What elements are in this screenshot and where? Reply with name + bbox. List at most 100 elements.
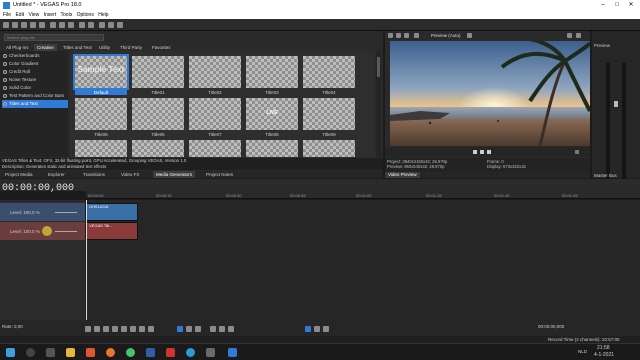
- timeline-ruler[interactable]: 00:00:00 00:00:15 00:00:30 00:00:45 00:0…: [86, 189, 640, 199]
- preset-thumbnail[interactable]: [189, 140, 241, 157]
- envelope-tool-icon[interactable]: [108, 22, 114, 28]
- app-icon[interactable]: [146, 348, 155, 357]
- tab-utility[interactable]: Utility: [96, 44, 113, 51]
- preset-thumbnail[interactable]: Sample Text: [73, 54, 129, 90]
- snap-icon[interactable]: [177, 326, 183, 332]
- overlays-icon[interactable]: [467, 33, 472, 38]
- properties-icon[interactable]: [39, 22, 45, 28]
- tab-project-media[interactable]: Project Media: [2, 171, 36, 178]
- project-properties-icon[interactable]: [388, 33, 393, 38]
- task-view-icon[interactable]: [46, 348, 55, 357]
- menu-view[interactable]: View: [28, 11, 39, 19]
- go-to-start-icon[interactable]: [139, 326, 145, 332]
- tab-all-plugins[interactable]: All Plug-ins: [3, 44, 32, 51]
- selection-tool-icon[interactable]: [117, 22, 123, 28]
- preset-thumbnail[interactable]: [246, 140, 298, 157]
- open-icon[interactable]: [12, 22, 18, 28]
- clock-date[interactable]: 4-1-2021: [594, 352, 614, 358]
- tree-item-color-gradient[interactable]: Color Gradient: [2, 60, 68, 68]
- preset-thumbnail[interactable]: [189, 56, 241, 88]
- preset-thumbnail[interactable]: [303, 56, 355, 88]
- loop-icon[interactable]: [94, 326, 100, 332]
- ignore-grouping-icon[interactable]: [305, 326, 311, 332]
- new-project-icon[interactable]: [3, 22, 9, 28]
- minimize-button[interactable]: –: [596, 1, 610, 10]
- menu-tools[interactable]: Tools: [61, 11, 73, 19]
- menu-file[interactable]: File: [3, 11, 11, 19]
- preview-quality-dropdown[interactable]: Preview (Auto): [431, 32, 461, 40]
- level-slider[interactable]: [55, 231, 77, 232]
- tree-item-solid-color[interactable]: Solid Color: [2, 84, 68, 92]
- copy-snapshot-icon[interactable]: [567, 33, 572, 38]
- tab-transitions[interactable]: Transitions: [80, 171, 108, 178]
- tab-explorer[interactable]: Explorer: [45, 171, 68, 178]
- tab-master-bus[interactable]: Master Bus: [594, 173, 617, 178]
- stop-icon[interactable]: [130, 326, 136, 332]
- envelope-tool-icon[interactable]: [219, 326, 225, 332]
- netflix-icon[interactable]: [166, 348, 175, 357]
- tab-video-fx[interactable]: Video FX: [118, 171, 142, 178]
- master-fader[interactable]: [614, 101, 618, 107]
- video-track-header[interactable]: Level: 100,0 %: [0, 203, 85, 221]
- title-track-header[interactable]: Level: 100,0 %: [0, 222, 85, 240]
- stop-icon[interactable]: [487, 150, 491, 154]
- copy-icon[interactable]: [59, 22, 65, 28]
- title-clip[interactable]: VEGAS Titl...: [86, 222, 138, 240]
- scrollbar-thumb[interactable]: [377, 57, 380, 77]
- chrome-icon[interactable]: [126, 348, 135, 357]
- menu-edit[interactable]: Edit: [15, 11, 24, 19]
- record-icon[interactable]: [85, 326, 91, 332]
- preset-thumbnail[interactable]: [132, 98, 184, 130]
- lock-envelopes-icon[interactable]: [195, 326, 201, 332]
- tree-item-titles-and-text[interactable]: Titles and Text: [2, 100, 68, 108]
- selection-tool-icon[interactable]: [228, 326, 234, 332]
- edge-icon[interactable]: [186, 348, 195, 357]
- preset-thumbnail[interactable]: [303, 98, 355, 130]
- preset-thumbnail[interactable]: [132, 56, 184, 88]
- preview-menu-icon[interactable]: [575, 150, 579, 154]
- redo-icon[interactable]: [88, 22, 94, 28]
- brave-icon[interactable]: [86, 348, 95, 357]
- video-fx-icon[interactable]: [404, 33, 409, 38]
- tab-third-party[interactable]: Third Party: [117, 44, 145, 51]
- save-snapshot-icon[interactable]: [576, 33, 581, 38]
- play-from-start-icon[interactable]: [103, 326, 109, 332]
- level-slider[interactable]: [55, 212, 77, 213]
- preset-thumbnail[interactable]: [132, 140, 184, 157]
- tab-creative[interactable]: Creative: [34, 44, 57, 51]
- language-indicator[interactable]: NLD: [578, 349, 587, 354]
- tree-item-test-pattern[interactable]: Test Pattern and Color Bars: [2, 92, 68, 100]
- search-icon[interactable]: [26, 348, 35, 357]
- edit-tool-icon[interactable]: [210, 326, 216, 332]
- trim-icon[interactable]: [323, 326, 329, 332]
- preset-scrollbar[interactable]: [376, 51, 381, 157]
- preset-thumbnail[interactable]: [303, 140, 355, 157]
- split-icon[interactable]: [314, 326, 320, 332]
- render-icon[interactable]: [30, 22, 36, 28]
- play-icon[interactable]: [473, 150, 477, 154]
- play-icon[interactable]: [112, 326, 118, 332]
- paste-icon[interactable]: [68, 22, 74, 28]
- vegas-taskbar-icon[interactable]: [228, 348, 237, 357]
- tree-item-credit-roll[interactable]: Credit Roll: [2, 68, 68, 76]
- plugin-search-input[interactable]: Search plug-ins: [4, 34, 104, 41]
- settings-icon[interactable]: [206, 348, 215, 357]
- close-button[interactable]: ✕: [624, 1, 638, 10]
- tab-project-notes[interactable]: Project Notes: [203, 171, 236, 178]
- split-screen-icon[interactable]: [414, 33, 419, 38]
- tree-item-noise-texture[interactable]: Noise Texture: [2, 76, 68, 84]
- normal-edit-tool-icon[interactable]: [99, 22, 105, 28]
- go-to-end-icon[interactable]: [148, 326, 154, 332]
- cut-icon[interactable]: [50, 22, 56, 28]
- auto-ripple-icon[interactable]: [186, 326, 192, 332]
- file-explorer-icon[interactable]: [66, 348, 75, 357]
- tree-item-checkerboards[interactable]: Checkerboards: [2, 52, 68, 60]
- firefox-icon[interactable]: [106, 348, 115, 357]
- preset-thumbnail[interactable]: [75, 140, 127, 157]
- menu-options[interactable]: Options: [77, 11, 94, 19]
- save-icon[interactable]: [21, 22, 27, 28]
- undo-icon[interactable]: [79, 22, 85, 28]
- tab-media-generators[interactable]: Media Generators: [153, 171, 196, 178]
- start-icon[interactable]: [6, 348, 15, 357]
- video-clip[interactable]: GH014218: [86, 203, 138, 221]
